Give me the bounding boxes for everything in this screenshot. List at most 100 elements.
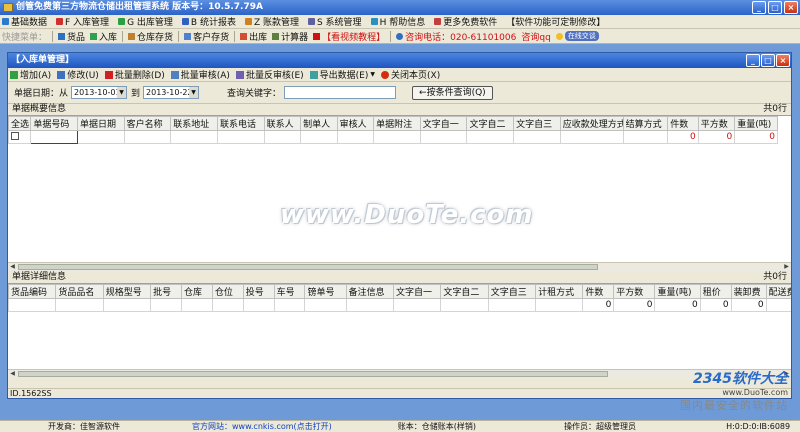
table-cell[interactable] (373, 130, 421, 144)
column-header[interactable]: 联系电话 (216, 116, 265, 131)
table-cell[interactable] (487, 298, 537, 312)
toolbar-inbound-button[interactable]: 入库 (90, 30, 117, 43)
table-cell[interactable] (242, 298, 275, 312)
consult-qq-link[interactable]: 咨询qq (521, 30, 550, 43)
column-header[interactable]: 文字自一 (392, 284, 442, 299)
table-cell[interactable] (55, 298, 104, 312)
scroll-left-icon[interactable]: ◀ (8, 263, 17, 271)
batch-approve-button[interactable]: 批量审核(A) (170, 68, 230, 81)
detail-horizontal-scrollbar[interactable]: ◀ ▶ (8, 369, 791, 378)
column-header[interactable]: 配送费 (765, 284, 791, 299)
table-cell[interactable] (304, 298, 347, 312)
column-header[interactable]: 单据号码 (30, 116, 78, 131)
toolbar-calculator-button[interactable]: 计算器 (272, 30, 308, 43)
table-cell[interactable] (211, 298, 244, 312)
column-header[interactable]: 平方数 (697, 116, 736, 131)
column-header[interactable]: 全选 (8, 116, 32, 131)
column-header[interactable]: 文字自二 (466, 116, 515, 131)
inner-close-button[interactable]: × (776, 54, 790, 67)
menu-item-7[interactable]: 更多免费软件 (434, 15, 497, 28)
table-cell[interactable] (102, 298, 152, 312)
scroll-right-icon[interactable]: ▶ (782, 263, 791, 271)
column-header[interactable]: 规格型号 (102, 284, 152, 299)
export-data-button[interactable]: 导出数据(E) ▼ (309, 68, 375, 81)
handling-fee-cell[interactable]: 0 (730, 298, 767, 312)
table-cell[interactable] (30, 130, 78, 144)
table-cell[interactable] (273, 298, 306, 312)
area-cell[interactable]: 0 (613, 298, 656, 312)
date-to-picker[interactable]: 2013-10-22 ▼ (143, 86, 200, 99)
qq-chat-button[interactable]: 在线交谈 (555, 31, 599, 41)
table-row[interactable]: 0 0 0 (8, 130, 778, 144)
table-cell[interactable] (622, 130, 669, 144)
column-header[interactable]: 仓库 (180, 284, 213, 299)
weight-cell[interactable]: 0 (734, 130, 778, 144)
table-cell[interactable] (440, 298, 489, 312)
table-cell[interactable] (76, 130, 125, 144)
delivery-fee-cell[interactable]: 0 (765, 298, 791, 312)
column-header[interactable]: 仓位 (211, 284, 244, 299)
menu-item-4[interactable]: Z 账款管理 (244, 15, 299, 28)
column-header[interactable]: 客户名称 (123, 116, 172, 131)
batch-unapprove-button[interactable]: 批量反审核(E) (235, 68, 304, 81)
column-header[interactable]: 文字自三 (513, 116, 561, 131)
add-button[interactable]: 增加(A) (10, 68, 51, 81)
column-header[interactable]: 件数 (667, 116, 699, 131)
column-header[interactable]: 平方数 (613, 284, 656, 299)
pieces-cell[interactable]: 0 (667, 130, 699, 144)
summary-horizontal-scrollbar[interactable]: ◀ ▶ (8, 262, 791, 271)
column-header[interactable]: 计租方式 (535, 284, 584, 299)
column-header[interactable]: 单据日期 (76, 116, 125, 131)
weight-cell[interactable]: 0 (654, 298, 701, 312)
table-cell[interactable] (263, 130, 302, 144)
column-header[interactable]: 投号 (242, 284, 275, 299)
menu-item-1[interactable]: F 入库管理 (56, 15, 109, 28)
column-header[interactable]: 结算方式 (622, 116, 669, 131)
website-link[interactable]: 官方网站：www.cnkis.com(点击打开) (192, 421, 332, 432)
menu-item-5[interactable]: S 系统管理 (307, 15, 362, 28)
table-cell[interactable] (559, 130, 624, 144)
scrollbar-thumb[interactable] (18, 264, 598, 270)
column-header[interactable]: 应收款处理方式 (559, 116, 624, 131)
column-header[interactable]: 单据附注 (373, 116, 421, 131)
table-cell[interactable] (535, 298, 584, 312)
column-header[interactable]: 租价 (699, 284, 732, 299)
toolbar-customer-stock-button[interactable]: 客户存货 (184, 30, 229, 43)
close-button[interactable]: × (784, 1, 798, 14)
column-header[interactable]: 审核人 (336, 116, 375, 131)
column-header[interactable]: 批号 (150, 284, 182, 299)
scroll-left-icon[interactable]: ◀ (8, 370, 17, 378)
table-cell[interactable] (150, 298, 182, 312)
table-cell[interactable] (8, 298, 57, 312)
table-cell[interactable] (513, 130, 561, 144)
column-header[interactable]: 重量(吨) (734, 116, 778, 131)
batch-delete-button[interactable]: 批量删除(D) (104, 68, 165, 81)
area-cell[interactable]: 0 (697, 130, 736, 144)
date-from-picker[interactable]: 2013-10-01 ▼ (71, 86, 128, 99)
menu-item-0[interactable]: 基础数据 (2, 15, 47, 28)
table-cell[interactable] (216, 130, 265, 144)
row-select-checkbox[interactable] (8, 130, 32, 144)
video-tutorial-link[interactable]: 【看视频教程】 (313, 30, 385, 43)
inner-minimize-button[interactable]: _ (746, 54, 760, 67)
table-cell[interactable] (392, 298, 442, 312)
close-page-button[interactable]: 关闭本页(X) (381, 68, 440, 81)
inner-maximize-button[interactable]: □ (761, 54, 775, 67)
toolbar-warehouse-stock-button[interactable]: 仓库存货 (128, 30, 173, 43)
column-header[interactable]: 货品编码 (8, 284, 57, 299)
table-cell[interactable] (419, 130, 468, 144)
toolbar-goods-button[interactable]: 货品 (58, 30, 85, 43)
maximize-button[interactable]: □ (768, 1, 782, 14)
table-cell[interactable] (345, 298, 394, 312)
table-cell[interactable] (123, 130, 172, 144)
menu-item-2[interactable]: G 出库管理 (118, 15, 173, 28)
rent-price-cell[interactable]: 0 (699, 298, 732, 312)
toolbar-outbound-button[interactable]: 出库 (240, 30, 267, 43)
menu-item-3[interactable]: B 统计报表 (181, 15, 236, 28)
menu-item-6[interactable]: H 帮助信息 (370, 15, 425, 28)
column-header[interactable]: 文字自一 (419, 116, 468, 131)
table-cell[interactable] (170, 130, 218, 144)
table-row[interactable]: 0 0 0 0 0 0 (8, 298, 791, 312)
scrollbar-thumb[interactable] (18, 371, 608, 377)
menu-item-8[interactable]: 【软件功能可定制修改】 (506, 15, 605, 28)
